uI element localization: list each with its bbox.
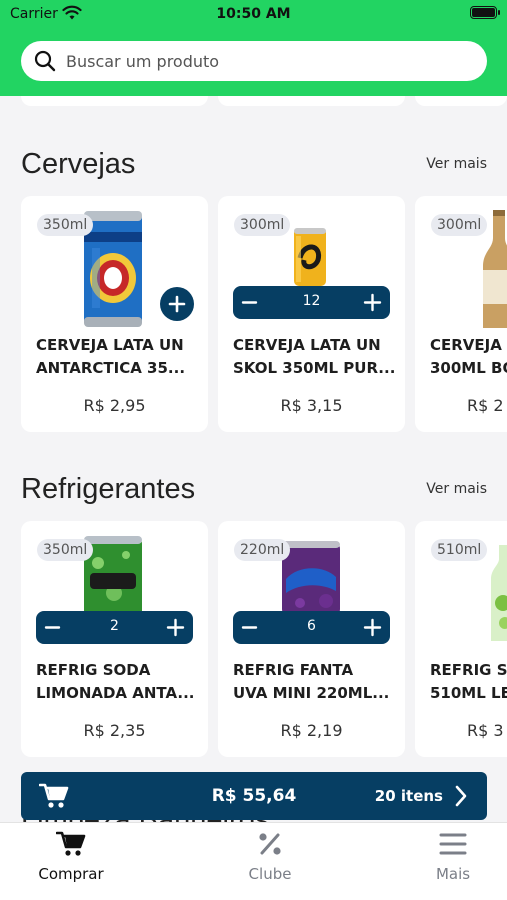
lime-bottle-image: [491, 545, 507, 641]
size-badge: 300ml: [431, 214, 488, 236]
size-badge: 350ml: [37, 214, 94, 236]
product-name: CERVEJA 300ML BO: [430, 336, 507, 377]
status-bar: Carrier 10:50 AM: [0, 0, 507, 30]
plus-icon: [168, 295, 186, 313]
product-card[interactable]: 510ml REFRIG SP 510ML LE R$ 3: [415, 521, 507, 757]
battery-icon: [470, 6, 500, 19]
product-price: R$ 2,95: [83, 396, 146, 415]
product-price: R$ 2: [467, 396, 504, 415]
card-stub: [21, 96, 208, 106]
app-header: Carrier 10:50 AM: [0, 0, 507, 96]
section-title-refrigerantes: Refrigerantes: [21, 473, 196, 505]
product-name: CERVEJA LATA UN ANTARCTICA 35...: [36, 336, 186, 377]
cart-item-count: 20 itens: [374, 787, 443, 805]
quantity-stepper: 2: [36, 611, 193, 644]
search-icon: [34, 50, 56, 72]
product-price: R$ 3: [467, 721, 504, 740]
tab-mais[interactable]: Mais: [398, 831, 507, 883]
card-stub: [415, 96, 507, 106]
chevron-right-icon: [455, 785, 467, 807]
section-title-cervejas: Cervejas: [21, 148, 136, 180]
add-to-cart-button[interactable]: [160, 287, 194, 321]
card-stub: [218, 96, 405, 106]
cart-icon: [55, 831, 86, 856]
plus-icon[interactable]: [166, 618, 185, 637]
product-name: REFRIG SP 510ML LE: [430, 661, 507, 702]
product-price: R$ 2,35: [83, 721, 146, 740]
skol-can-image: [294, 228, 326, 286]
plus-icon[interactable]: [363, 293, 382, 312]
product-card[interactable]: 350ml CERVEJA LATA UN ANTARCTICA 35... R…: [21, 196, 208, 432]
see-more-cervejas-link[interactable]: Ver mais: [426, 156, 487, 172]
size-badge: 350ml: [37, 539, 94, 561]
tab-label: Mais: [435, 865, 471, 883]
product-card[interactable]: 350ml 2 REFRIG SODA LIMONADA ANTA... R$ …: [21, 521, 208, 757]
quantity-stepper: 12: [233, 286, 390, 319]
see-more-refrigerantes-link[interactable]: Ver mais: [426, 481, 487, 497]
search-bar[interactable]: [21, 41, 487, 81]
product-name: REFRIG FANTA UVA MINI 220ML...: [233, 661, 390, 702]
product-price: R$ 3,15: [280, 396, 343, 415]
cart-summary-button[interactable]: R$ 55,64 20 itens: [21, 772, 487, 820]
percent-icon: [259, 833, 281, 855]
size-badge: 510ml: [431, 539, 488, 561]
product-price: R$ 2,19: [280, 721, 343, 740]
product-name: CERVEJA LATA UN SKOL 350ML PUR...: [233, 336, 396, 377]
quantity-stepper: 6: [233, 611, 390, 644]
size-badge: 220ml: [234, 539, 291, 561]
product-card[interactable]: 300ml CERVEJA 300ML BO R$ 2: [415, 196, 507, 432]
search-input[interactable]: [66, 51, 446, 71]
status-time: 10:50 AM: [216, 6, 291, 22]
product-card[interactable]: 220ml 6 REFRIG FANTA UVA MINI 220ML... R…: [218, 521, 405, 757]
tab-label: Comprar: [38, 865, 104, 883]
bottom-tab-bar: Comprar Clube Mais: [0, 822, 507, 900]
menu-icon: [439, 833, 467, 855]
tab-comprar[interactable]: Comprar: [16, 831, 126, 883]
product-card[interactable]: 300ml 12 CERVEJA LATA UN SKOL 350ML PUR.…: [218, 196, 405, 432]
product-name: REFRIG SODA LIMONADA ANTA...: [36, 661, 195, 702]
tab-clube[interactable]: Clube: [215, 831, 325, 883]
size-badge: 300ml: [234, 214, 291, 236]
tab-label: Clube: [248, 865, 292, 883]
plus-icon[interactable]: [363, 618, 382, 637]
